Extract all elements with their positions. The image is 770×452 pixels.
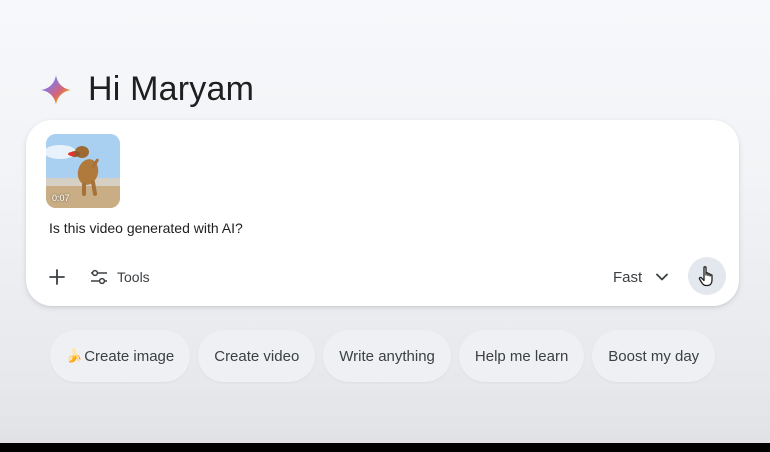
- chip-help-me-learn[interactable]: Help me learn: [458, 330, 585, 382]
- video-attachment-thumbnail[interactable]: 0:07: [46, 134, 120, 208]
- gemini-spark-icon: [41, 74, 71, 105]
- chip-label: Write anything: [339, 347, 435, 365]
- chip-create-image[interactable]: 🍌 Create image: [50, 330, 191, 382]
- chip-create-video[interactable]: Create video: [198, 330, 316, 382]
- bottom-letterbox-bar: [0, 443, 770, 452]
- suggestion-chips: 🍌 Create image Create video Write anythi…: [50, 330, 716, 382]
- chip-label: Create video: [214, 347, 300, 365]
- chip-label: Help me learn: [474, 347, 569, 365]
- prompt-composer: 0:07 Is this video generated with AI? To…: [26, 120, 739, 306]
- prompt-text[interactable]: Is this video generated with AI?: [49, 220, 243, 236]
- chip-write-anything[interactable]: Write anything: [323, 330, 451, 382]
- chip-label: Create image: [84, 347, 175, 365]
- send-button[interactable]: [688, 257, 726, 295]
- greeting-title: Hi Maryam: [88, 70, 255, 108]
- tools-label: Tools: [117, 269, 150, 285]
- video-duration: 0:07: [52, 193, 70, 203]
- chevron-down-icon: [656, 273, 669, 281]
- hand-cursor-icon: [698, 266, 713, 287]
- model-label: Fast: [613, 268, 643, 286]
- banana-icon: 🍌: [66, 348, 83, 363]
- plus-icon: [49, 269, 65, 285]
- chip-boost-my-day[interactable]: Boost my day: [592, 330, 716, 382]
- tools-button[interactable]: Tools: [90, 264, 150, 290]
- chip-label: Boost my day: [608, 347, 700, 365]
- greeting: Hi Maryam: [40, 70, 254, 109]
- add-attachment-button[interactable]: [44, 264, 70, 290]
- sliders-icon: [91, 269, 107, 285]
- model-selector[interactable]: Fast: [613, 264, 669, 290]
